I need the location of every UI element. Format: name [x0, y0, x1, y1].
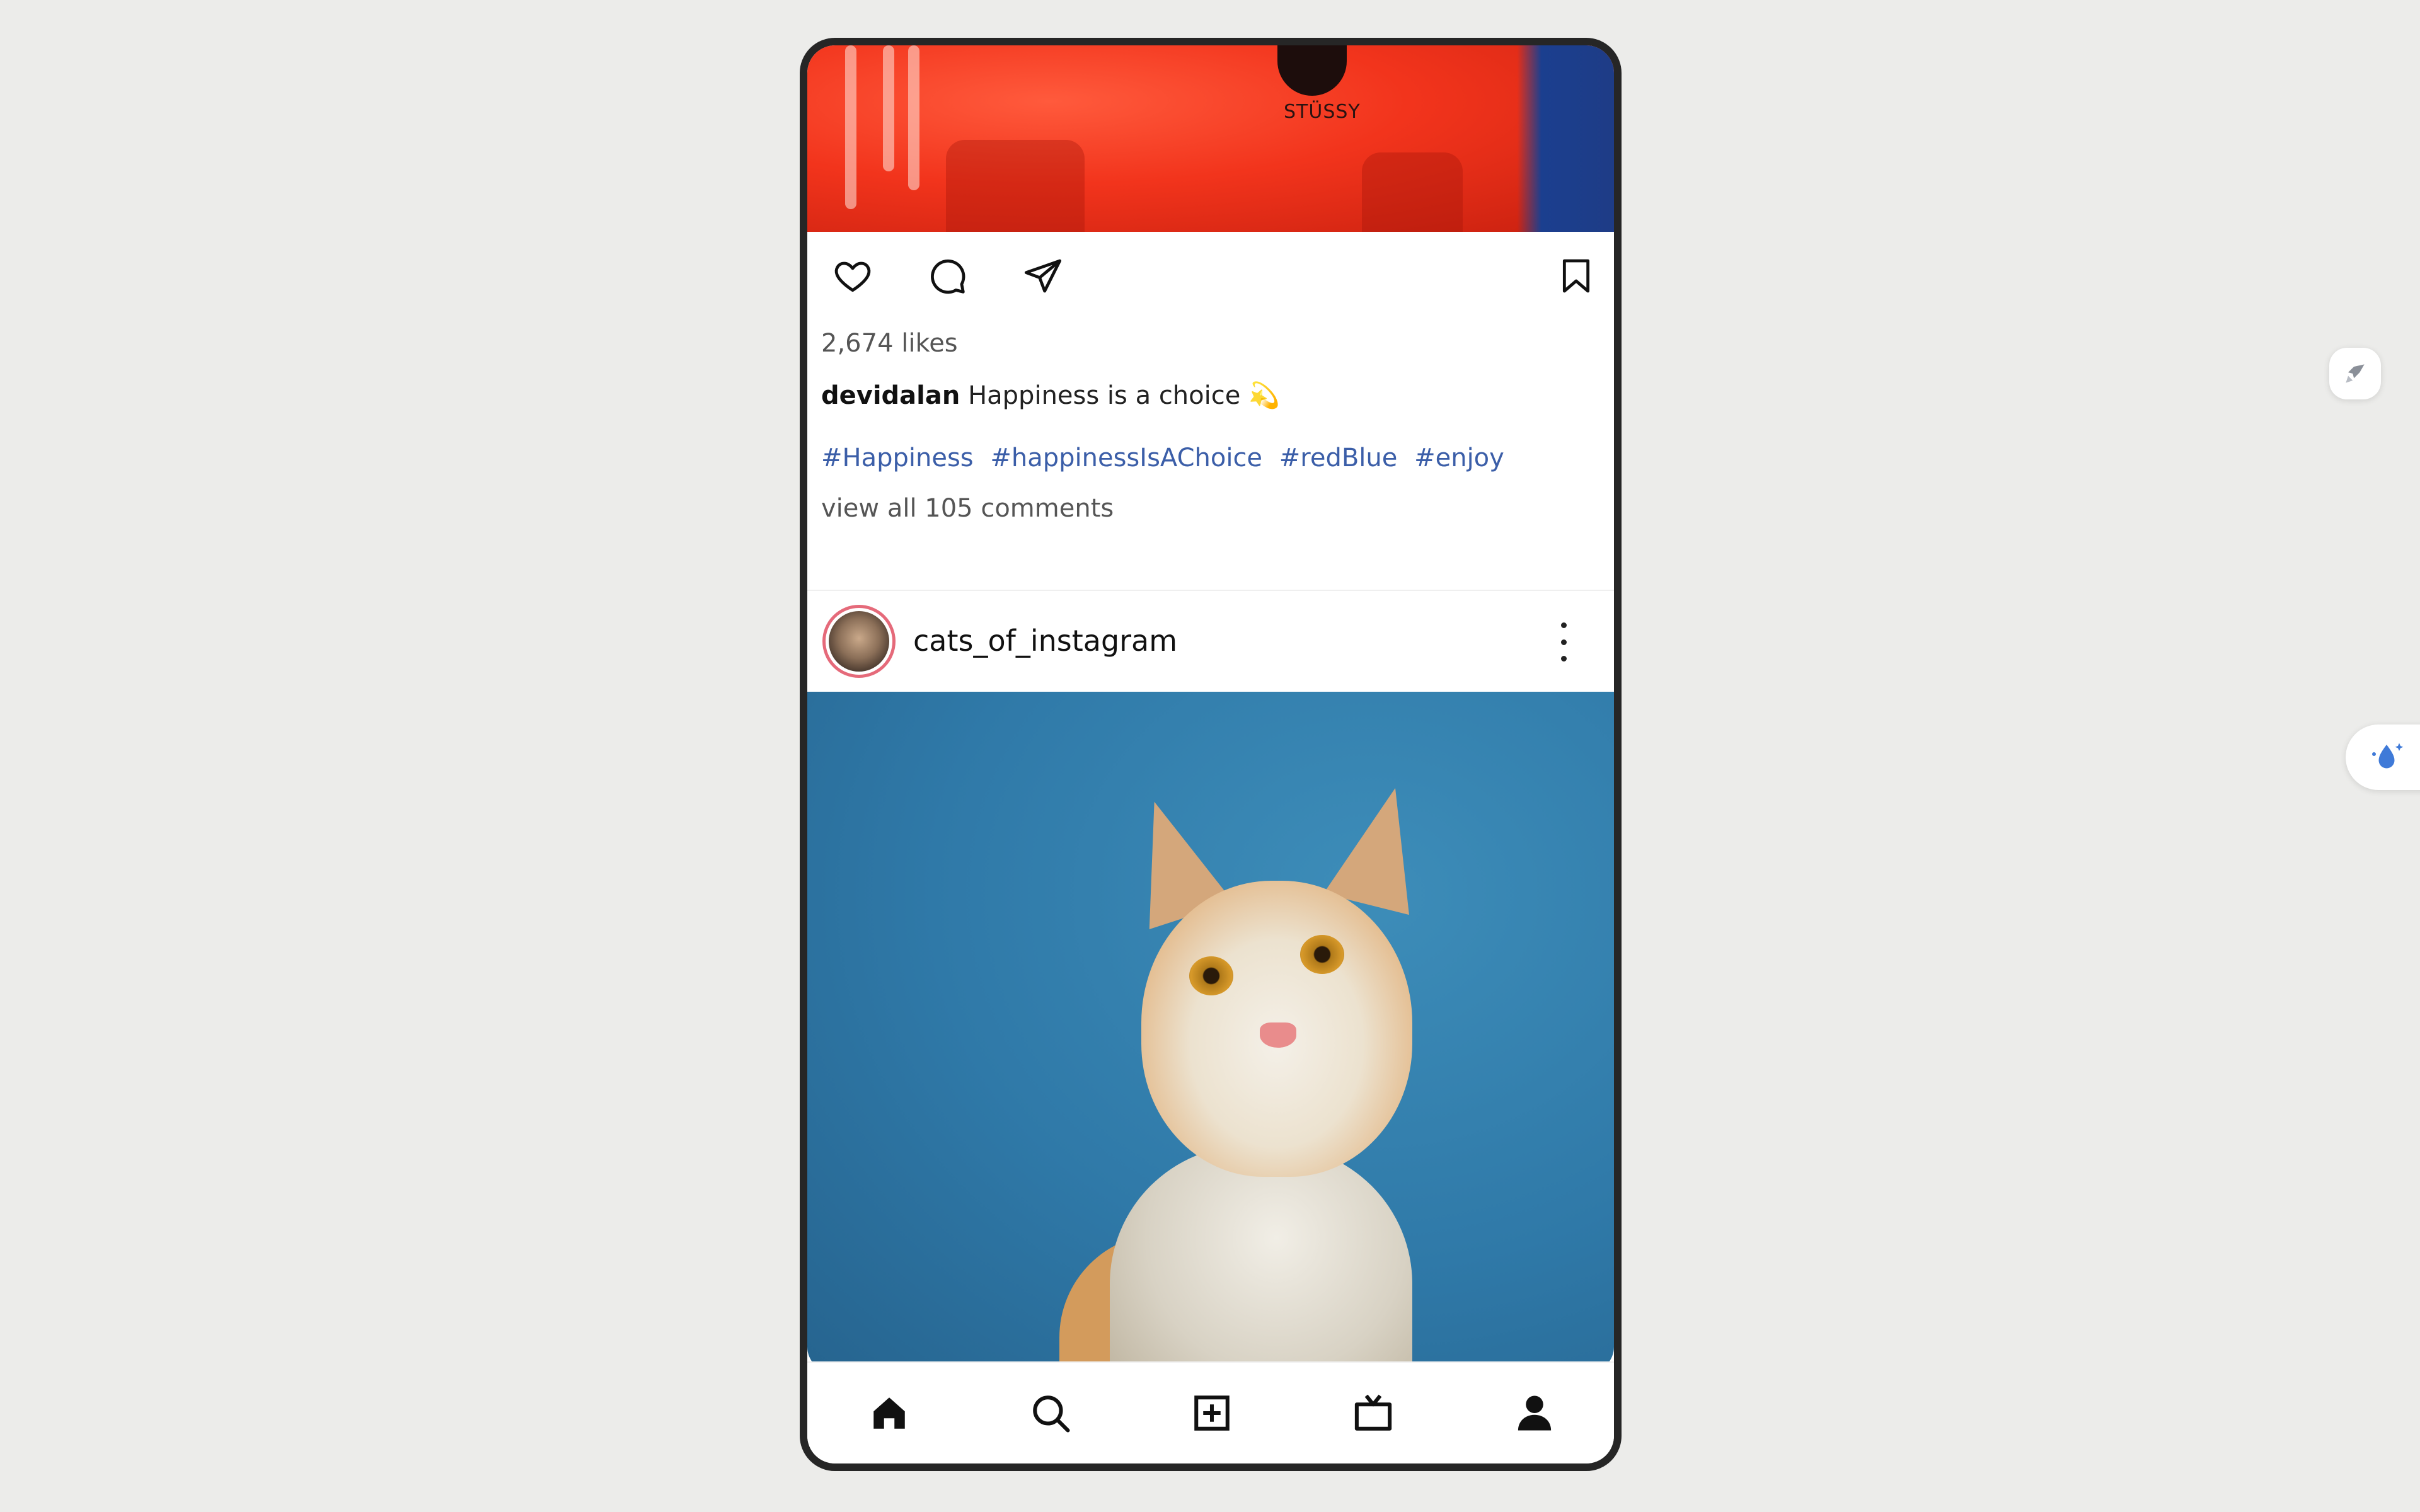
post-image[interactable] — [807, 692, 1614, 1363]
post-caption: devidalan Happiness is a choice 💫 — [821, 381, 1280, 410]
igtv-icon[interactable] — [1348, 1388, 1398, 1438]
shirt-logo-text: STÜSSY — [1284, 101, 1361, 123]
home-icon[interactable] — [864, 1388, 914, 1438]
avatar — [829, 611, 889, 672]
shirt-logo — [1277, 45, 1347, 96]
dot — [1560, 622, 1567, 628]
dot — [1560, 656, 1567, 662]
hashtag-link[interactable]: #enjoy — [1414, 444, 1504, 472]
decor — [946, 140, 1085, 232]
decor — [845, 45, 856, 209]
post-image[interactable]: STÜSSY — [807, 45, 1614, 232]
bookmark-icon[interactable] — [1551, 251, 1601, 301]
decor — [883, 45, 894, 171]
cat-illustration — [1260, 1022, 1296, 1048]
hashtags: #Happiness #happinessIsAChoice #redBlue … — [821, 444, 1513, 472]
decor — [1362, 152, 1463, 232]
dot — [1560, 639, 1567, 645]
heart-icon[interactable] — [827, 251, 878, 301]
cat-illustration — [1323, 777, 1438, 915]
comment-icon[interactable] — [922, 251, 972, 301]
post-username[interactable]: cats_of_instagram — [913, 624, 1177, 658]
view-comments-link[interactable]: view all 105 comments — [821, 494, 1114, 523]
post-header: cats_of_instagram — [807, 590, 1614, 692]
likes-count[interactable]: 2,674 likes — [821, 329, 958, 358]
phone-frame: STÜSSY 2,674 likes devidalan Happiness i… — [800, 38, 1622, 1471]
decor — [908, 45, 919, 190]
caption-text: Happiness is a choice — [968, 381, 1241, 410]
cat-illustration — [1189, 956, 1233, 995]
page: STÜSSY 2,674 likes devidalan Happiness i… — [0, 0, 2420, 1512]
send-icon[interactable] — [1018, 251, 1068, 301]
hashtag-link[interactable]: #redBlue — [1279, 444, 1398, 472]
rocket-extension-icon[interactable] — [2329, 348, 2381, 399]
hashtag-link[interactable]: #happinessIsAChoice — [990, 444, 1262, 472]
cat-illustration — [1110, 1145, 1412, 1363]
caption-username[interactable]: devidalan — [821, 381, 960, 410]
add-post-icon[interactable] — [1187, 1388, 1237, 1438]
search-icon[interactable] — [1025, 1388, 1076, 1438]
profile-icon[interactable] — [1509, 1388, 1560, 1438]
feed[interactable]: STÜSSY 2,674 likes devidalan Happiness i… — [807, 45, 1614, 1363]
water-drop-extension-icon[interactable] — [2346, 724, 2420, 790]
story-ring[interactable] — [822, 605, 896, 678]
post-actions — [807, 232, 1614, 320]
hashtag-link[interactable]: #Happiness — [821, 444, 974, 472]
cat-illustration — [1300, 935, 1344, 974]
bottom-nav — [807, 1361, 1614, 1463]
caption-emoji: 💫 — [1248, 381, 1280, 410]
more-vertical-icon[interactable] — [1551, 614, 1576, 670]
